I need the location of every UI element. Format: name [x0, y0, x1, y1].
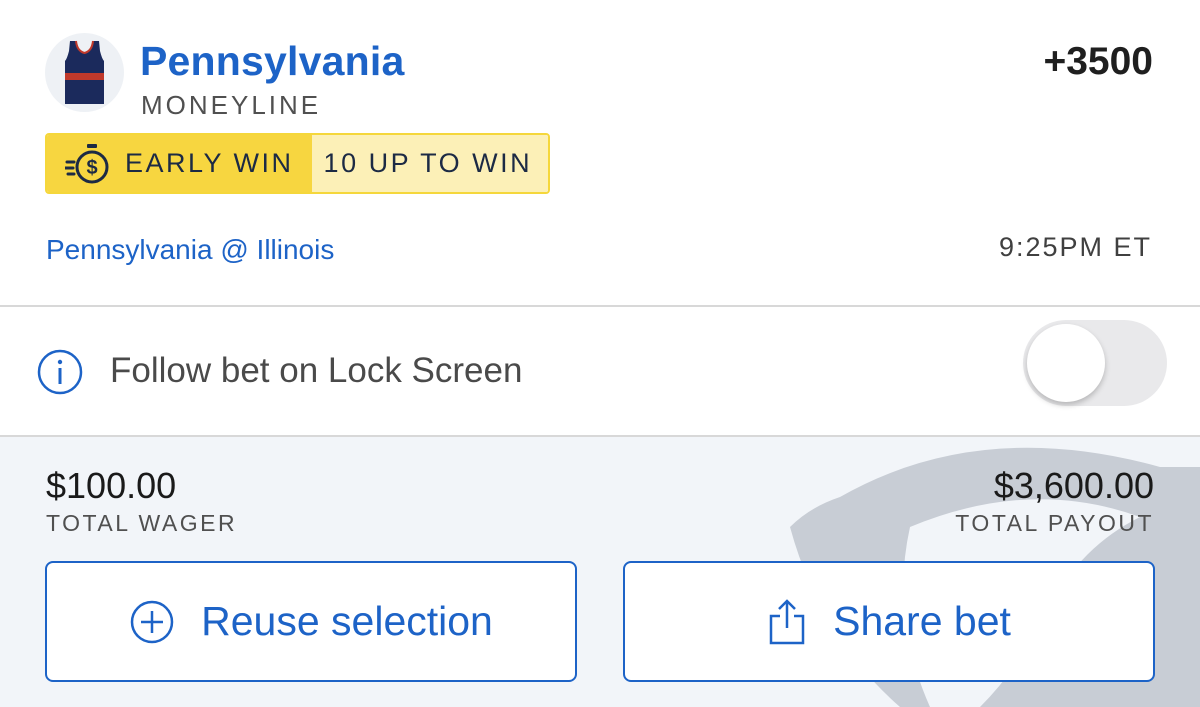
- game-matchup-link[interactable]: Pennsylvania @ Illinois: [46, 234, 334, 266]
- share-bet-button[interactable]: Share bet: [623, 561, 1155, 682]
- total-payout-amount: $3,600.00: [993, 465, 1154, 506]
- share-icon: [769, 598, 805, 644]
- svg-text:$: $: [86, 157, 97, 179]
- team-name: Pennsylvania: [140, 38, 405, 84]
- total-wager-label: TOTAL WAGER: [46, 510, 238, 536]
- early-win-detail-section: 10 UP TO WIN: [311, 135, 549, 192]
- basketball-jersey-icon: [65, 40, 104, 104]
- early-win-label-section: $ EARLY WIN: [47, 135, 312, 192]
- total-wager-amount: $100.00: [46, 465, 177, 506]
- early-win-badge: $ EARLY WIN 10 UP TO WIN: [45, 133, 551, 194]
- reuse-selection-button[interactable]: Reuse selection: [45, 561, 577, 682]
- bet-market: MONEYLINE: [141, 90, 322, 120]
- early-win-detail: 10 UP TO WIN: [323, 148, 533, 178]
- team-avatar: [45, 33, 124, 112]
- follow-lock-screen-toggle[interactable]: [1023, 320, 1167, 406]
- stopwatch-dollar-icon: $: [65, 143, 109, 183]
- game-time: 9:25PM ET: [998, 232, 1152, 262]
- plus-circle-icon: [130, 600, 174, 643]
- total-payout-label: TOTAL PAYOUT: [955, 510, 1154, 536]
- info-icon[interactable]: [36, 348, 84, 396]
- early-win-label: EARLY WIN: [125, 148, 294, 178]
- share-bet-label: Share bet: [833, 598, 1011, 644]
- bet-odds: +3500: [1043, 40, 1153, 83]
- reuse-selection-label: Reuse selection: [201, 598, 493, 644]
- follow-lock-screen-label: Follow bet on Lock Screen: [110, 351, 523, 390]
- toggle-knob: [1027, 324, 1105, 402]
